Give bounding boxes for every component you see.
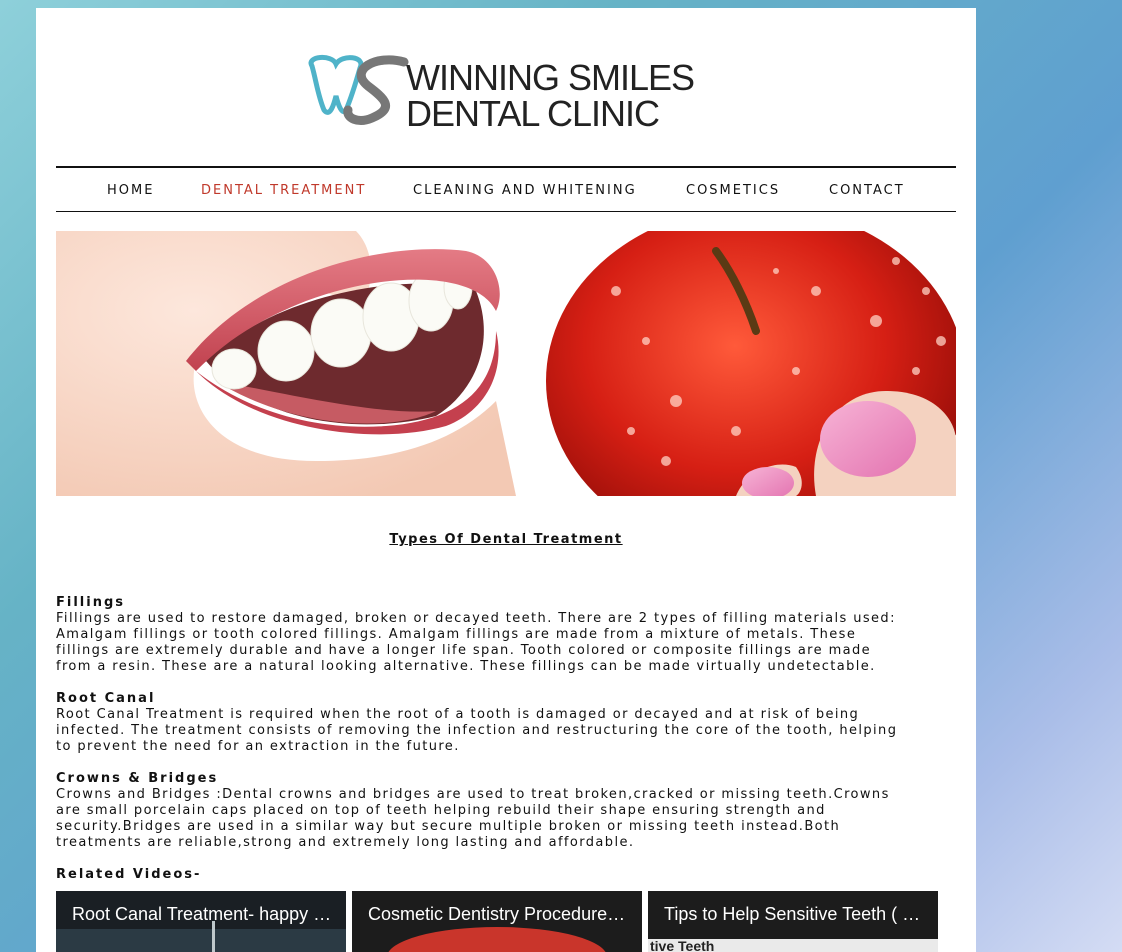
section-root-canal: Root Canal Root Canal Treatment is requi… bbox=[56, 691, 956, 755]
page-heading: Types Of Dental Treatment bbox=[389, 532, 623, 547]
section-fillings: Fillings Fillings are used to restore da… bbox=[56, 595, 956, 675]
page-container: WINNING SMILES DENTAL CLINIC HOME DENTAL… bbox=[36, 8, 976, 952]
section-line: Root Canal Treatment is required when th… bbox=[56, 707, 860, 722]
section-title: Crowns & Bridges bbox=[56, 771, 219, 786]
section-line: to prevent the need for an extraction in… bbox=[56, 739, 460, 754]
section-line: fillings are extremely durable and have … bbox=[56, 643, 872, 658]
main-content: Types Of Dental Treatment Fillings Filli… bbox=[56, 532, 956, 882]
video-thumbnail-sensitive-teeth[interactable]: Tips to Help Sensitive Teeth ( D... tive… bbox=[648, 891, 938, 952]
section-title: Root Canal bbox=[56, 691, 156, 706]
section-line: Amalgam fillings or tooth colored fillin… bbox=[56, 627, 857, 642]
section-line: infected. The treatment consists of remo… bbox=[56, 723, 898, 738]
section-line: are small porcelain caps placed on top o… bbox=[56, 803, 826, 818]
video-title[interactable]: Root Canal Treatment- happy d... bbox=[72, 904, 334, 925]
nav-dental-treatment[interactable]: DENTAL TREATMENT bbox=[201, 183, 366, 198]
nav-cosmetics[interactable]: COSMETICS bbox=[686, 183, 780, 198]
video-title[interactable]: Tips to Help Sensitive Teeth ( D... bbox=[664, 904, 926, 925]
section-line: Crowns and Bridges :Dental crowns and br… bbox=[56, 787, 890, 802]
hero-banner bbox=[56, 231, 956, 496]
nav-contact[interactable]: CONTACT bbox=[829, 183, 905, 198]
main-navigation: HOME DENTAL TREATMENT CLEANING AND WHITE… bbox=[56, 166, 956, 212]
section-title: Fillings bbox=[56, 595, 126, 610]
section-crowns-bridges: Crowns & Bridges Crowns and Bridges :Den… bbox=[56, 771, 956, 851]
section-line: from a resin. These are a natural lookin… bbox=[56, 659, 876, 674]
nav-cleaning-and-whitening[interactable]: CLEANING AND WHITENING bbox=[413, 183, 637, 198]
nav-home[interactable]: HOME bbox=[107, 183, 154, 198]
related-videos: Root Canal Treatment- happy d... Cosmeti… bbox=[56, 891, 956, 952]
video-thumbnail-root-canal[interactable]: Root Canal Treatment- happy d... bbox=[56, 891, 346, 952]
section-line: Fillings are used to restore damaged, br… bbox=[56, 611, 896, 626]
section-line: treatments are reliable,strong and extre… bbox=[56, 835, 635, 850]
clinic-logo[interactable]: WINNING SMILES DENTAL CLINIC bbox=[306, 52, 706, 132]
video-thumbnail-cosmetic-dentistry[interactable]: Cosmetic Dentistry Procedures... bbox=[352, 891, 642, 952]
logo-line1: WINNING SMILES bbox=[406, 57, 694, 98]
related-videos-label: Related Videos- bbox=[56, 867, 202, 882]
tooth-logo-icon bbox=[308, 55, 364, 115]
fingernail-graphic bbox=[820, 401, 916, 477]
video-title[interactable]: Cosmetic Dentistry Procedures... bbox=[368, 904, 630, 925]
logo-s-mark bbox=[343, 55, 409, 125]
video-thumb-caption: tive Teeth bbox=[650, 938, 715, 952]
logo-line2: DENTAL CLINIC bbox=[406, 93, 659, 132]
section-line: security.Bridges are used in a similar w… bbox=[56, 819, 841, 834]
